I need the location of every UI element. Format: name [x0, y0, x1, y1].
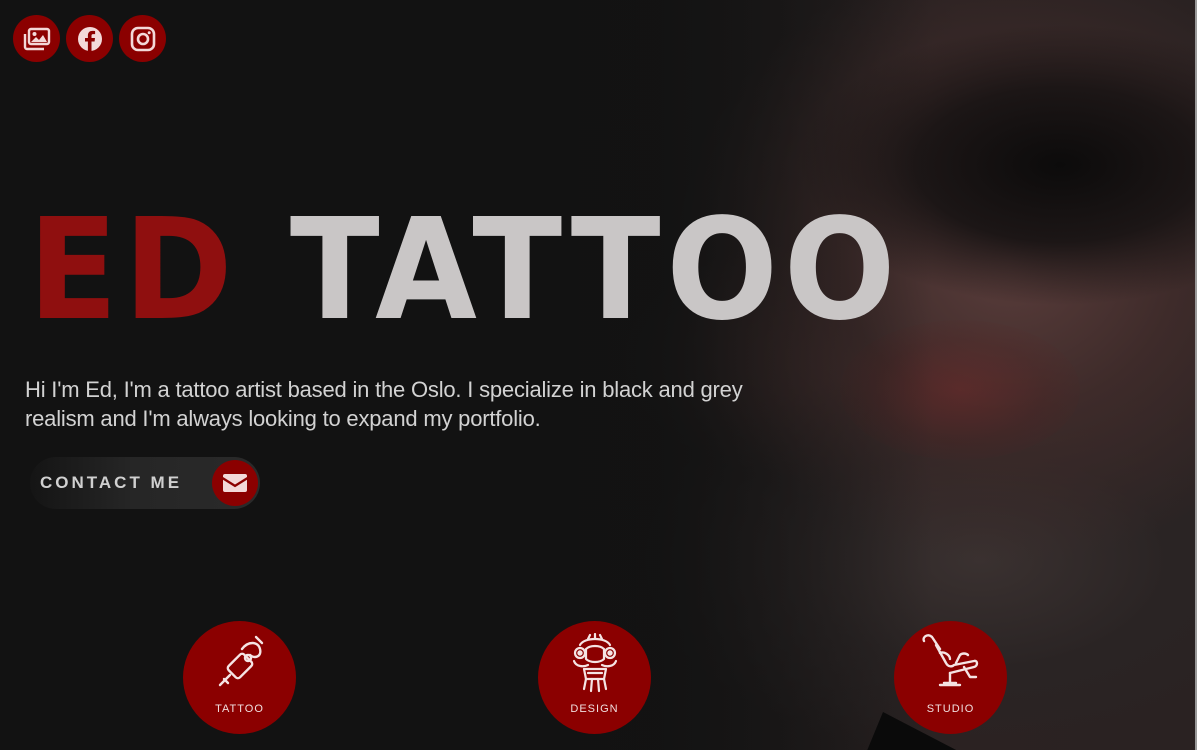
tattoo-chair-icon — [921, 634, 978, 687]
service-label: DESIGN — [570, 703, 619, 715]
title-main: TATTOO — [289, 189, 902, 352]
service-studio[interactable]: STUDIO — [894, 621, 1007, 734]
service-label: STUDIO — [926, 703, 975, 715]
service-tattoo[interactable]: TATTOO — [183, 621, 296, 734]
tattoo-machine-icon — [218, 635, 263, 687]
facebook-icon — [77, 26, 102, 51]
dragon-mask-icon — [572, 633, 617, 693]
instagram-icon — [130, 26, 155, 51]
gallery-link[interactable] — [13, 15, 60, 62]
envelope-icon — [223, 474, 247, 492]
service-label: TATTOO — [215, 703, 264, 715]
instagram-link[interactable] — [119, 15, 166, 62]
service-design[interactable]: DESIGN — [538, 621, 651, 734]
contact-icon-circle — [212, 460, 258, 506]
contact-label: CONTACT ME — [40, 473, 183, 492]
page-title: ED TATTOO — [28, 196, 901, 346]
contact-button[interactable]: CONTACT ME — [30, 457, 260, 509]
social-links — [13, 15, 166, 62]
images-icon — [23, 27, 50, 50]
hero-description: Hi I'm Ed, I'm a tattoo artist based in … — [25, 377, 743, 431]
facebook-link[interactable] — [66, 15, 113, 62]
hero-page: ED TATTOO Hi I'm Ed, I'm a tattoo artist… — [0, 0, 1197, 750]
title-highlight: ED — [28, 189, 239, 352]
